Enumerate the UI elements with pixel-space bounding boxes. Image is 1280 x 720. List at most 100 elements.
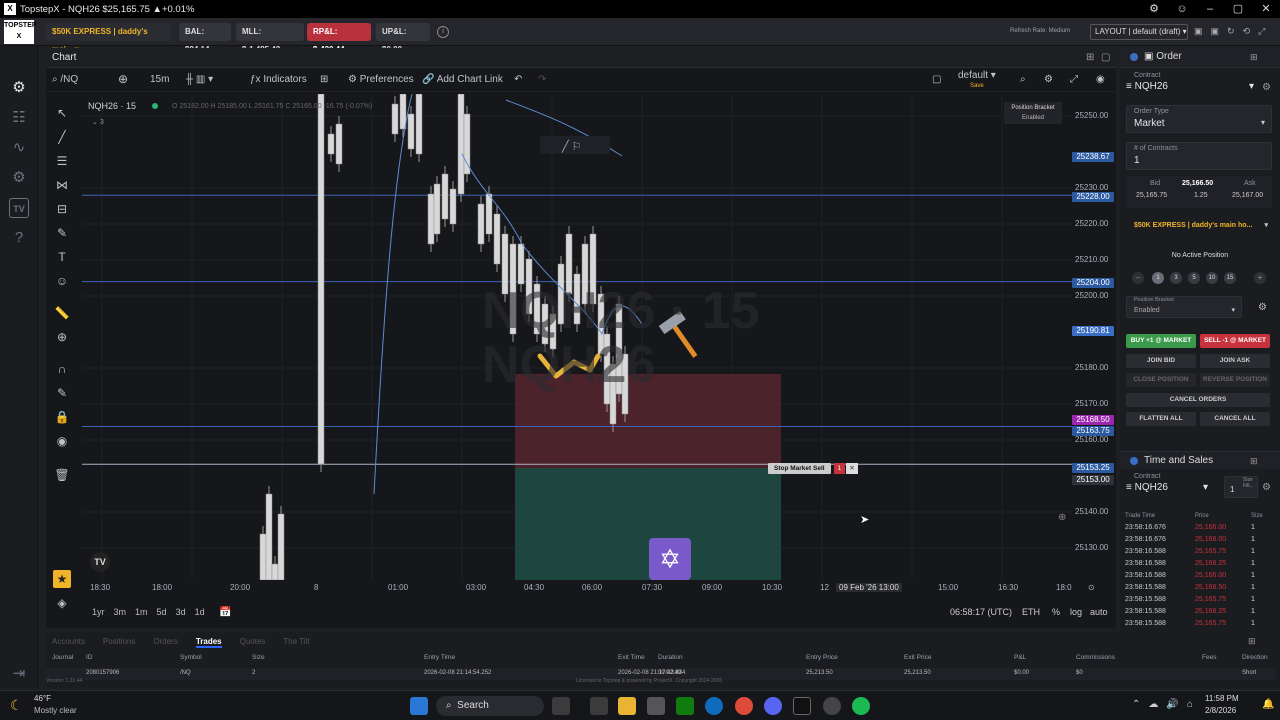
- analytics-icon[interactable]: ∿: [9, 138, 29, 158]
- qty-plus-button[interactable]: +: [1254, 272, 1266, 284]
- layout-actions[interactable]: ▣▣↻⟲⤢: [1194, 26, 1273, 37]
- flatten-all-button[interactable]: FLATTEN ALL: [1126, 412, 1196, 426]
- auto-toggle[interactable]: auto: [1090, 607, 1108, 617]
- drawing-edit-toolbar[interactable]: ╱ ⚐: [540, 136, 610, 154]
- qty-quick-15[interactable]: 15: [1224, 272, 1236, 284]
- time-axis[interactable]: 18:30 18:00 20:00 8 01:00 03:00 04:30 06:00 07:3…: [82, 583, 1116, 597]
- trades-col-header[interactable]: P&L: [1014, 654, 1026, 661]
- link-color-dot[interactable]: [1130, 53, 1138, 61]
- contract-selector[interactable]: ≡ NQH26 ▾: [1126, 81, 1258, 97]
- tas-link-dot[interactable]: [1130, 457, 1138, 465]
- obs-icon[interactable]: [823, 697, 841, 715]
- stop-order-cancel-icon[interactable]: ✕: [846, 463, 858, 474]
- session-toggle[interactable]: ETH: [1022, 607, 1040, 617]
- legend-collapse[interactable]: ⌄ 3: [92, 118, 104, 126]
- price-chart[interactable]: ╱ ⚐ NQH26 · 15 O 25182.00 H 25185.00 L 2…: [82, 94, 1072, 580]
- brush-icon[interactable]: ✎: [53, 224, 71, 242]
- buy-market-button[interactable]: BUY +1 @ MARKET: [1126, 334, 1196, 348]
- lock-icon[interactable]: 🔒: [53, 408, 71, 426]
- layers-icon[interactable]: ◈: [53, 594, 71, 612]
- text-icon[interactable]: T: [53, 248, 71, 266]
- chart-search-icon[interactable]: ⌕: [1020, 74, 1026, 85]
- sell-market-button[interactable]: SELL -1 @ MARKET: [1200, 334, 1270, 348]
- layout-save[interactable]: default ▾ Save: [958, 71, 996, 91]
- compare-plus-icon[interactable]: ⊕: [118, 72, 128, 86]
- contract-settings-icon[interactable]: ⚙: [1262, 82, 1271, 93]
- bottom-tab-quotes[interactable]: Quotes: [240, 637, 266, 648]
- visibility-icon[interactable]: ◉: [53, 432, 71, 450]
- notification-icon[interactable]: 🔔: [1262, 699, 1274, 710]
- weather-icon[interactable]: ☾: [10, 697, 23, 714]
- interval-selector[interactable]: 15m: [150, 74, 169, 85]
- price-axis[interactable]: 25250.00 25230.00 25220.00 25210.00 25200.00…: [1058, 94, 1116, 580]
- trades-col-header[interactable]: Commissions: [1076, 654, 1115, 661]
- prediction-icon[interactable]: ⊟: [53, 200, 71, 218]
- bottom-add-icon[interactable]: ⊞: [1248, 636, 1256, 647]
- people-icon[interactable]: ☷: [9, 108, 29, 128]
- bottom-tab-orders[interactable]: Orders: [153, 637, 177, 648]
- trash-icon[interactable]: 🗑: [53, 466, 71, 484]
- minimize-button[interactable]: –: [1196, 0, 1224, 18]
- clock-time[interactable]: 11:58 PM: [1205, 694, 1239, 703]
- tv-icon[interactable]: TV: [9, 198, 29, 218]
- trades-col-header[interactable]: Fees: [1202, 654, 1216, 661]
- trades-col-header[interactable]: Journal: [52, 654, 73, 661]
- preferences-button[interactable]: ⚙ Preferences: [348, 74, 414, 85]
- task-view-icon[interactable]: [590, 697, 608, 715]
- edge-icon[interactable]: [705, 697, 723, 715]
- tas-col-header[interactable]: Price: [1195, 513, 1209, 519]
- bottom-tab-the-tilt[interactable]: The Tilt: [283, 637, 309, 648]
- reverse-position-button[interactable]: REVERSE POSITION: [1200, 373, 1270, 387]
- trades-col-header[interactable]: Entry Price: [806, 654, 838, 661]
- tas-col-header[interactable]: Trade Time: [1125, 513, 1155, 519]
- bottom-tab-positions[interactable]: Positions: [103, 637, 135, 648]
- help-icon[interactable]: ?: [9, 228, 29, 248]
- account-selector[interactable]: $50K EXPRESS | daddy's mai... ▾: [46, 23, 170, 54]
- refresh-rate[interactable]: Refresh Rate: Medium: [1010, 28, 1070, 34]
- log-toggle[interactable]: log: [1070, 607, 1082, 617]
- layout-selector[interactable]: LAYOUT | default (draft) ▾: [1090, 24, 1188, 40]
- range-3d[interactable]: 3d: [176, 607, 186, 617]
- popout-icon[interactable]: ▢: [1101, 52, 1110, 63]
- extensions-icon[interactable]: ⚙: [1140, 0, 1168, 18]
- tas-col-header[interactable]: Size: [1251, 513, 1263, 519]
- bottom-tab-trades[interactable]: Trades: [195, 637, 222, 648]
- join-bid-button[interactable]: JOIN BID: [1126, 354, 1196, 368]
- symbol-search[interactable]: ⌕ /NQ: [52, 74, 78, 85]
- range-3m[interactable]: 3m: [114, 607, 127, 617]
- add-alert-icon[interactable]: ⊕: [1058, 512, 1066, 523]
- indicators-button[interactable]: ƒx Indicators: [250, 74, 307, 85]
- trades-col-header[interactable]: Duration: [658, 654, 683, 661]
- lock-draw-icon[interactable]: ✎: [53, 384, 71, 402]
- stop-order-label[interactable]: Stop Market Sell 1 ✕: [768, 463, 858, 474]
- qty-quick-5[interactable]: 5: [1188, 272, 1200, 284]
- goto-date-icon[interactable]: 📅: [219, 607, 231, 618]
- add-chart-link-button[interactable]: 🔗 Add Chart Link: [422, 74, 503, 85]
- cancel-orders-button[interactable]: CANCEL ORDERS: [1126, 393, 1270, 407]
- settings-icon[interactable]: ⚙: [9, 168, 29, 188]
- trades-col-header[interactable]: Symbol: [180, 654, 202, 661]
- store-icon[interactable]: [647, 697, 665, 715]
- redo-icon[interactable]: ↷: [538, 74, 546, 85]
- layout-box-icon[interactable]: ▢: [932, 74, 941, 85]
- trades-col-header[interactable]: Entry Time: [424, 654, 455, 661]
- snapshot-icon[interactable]: ◉: [1096, 74, 1105, 85]
- bottom-tab-accounts[interactable]: Accounts: [52, 637, 85, 648]
- favorites-star-icon[interactable]: ★: [53, 570, 71, 588]
- qty-quick-10[interactable]: 10: [1206, 272, 1218, 284]
- range-5d[interactable]: 5d: [157, 607, 167, 617]
- bracket-settings-icon[interactable]: ⚙: [1258, 302, 1267, 313]
- ruler-icon[interactable]: 📏: [53, 304, 71, 322]
- templates-icon[interactable]: ⊞: [320, 74, 328, 85]
- tas-contract-selector[interactable]: ≡ NQH26 ▾: [1126, 482, 1208, 498]
- pattern-icon[interactable]: ⋈: [53, 176, 71, 194]
- trendline-icon[interactable]: ╱: [53, 128, 71, 146]
- position-bracket-selector[interactable]: Position Bracket Enabled ▾: [1126, 296, 1242, 318]
- system-tray-icons[interactable]: ⌃☁🔊⌂: [1132, 699, 1201, 710]
- cursor-icon[interactable]: ↖: [53, 104, 71, 122]
- percent-toggle[interactable]: %: [1052, 607, 1060, 617]
- discord-icon[interactable]: [764, 697, 782, 715]
- axis-settings-icon[interactable]: ⊙: [1088, 583, 1095, 592]
- stop-order-qty[interactable]: 1: [833, 463, 846, 474]
- profile-icon[interactable]: ☺: [1168, 0, 1196, 18]
